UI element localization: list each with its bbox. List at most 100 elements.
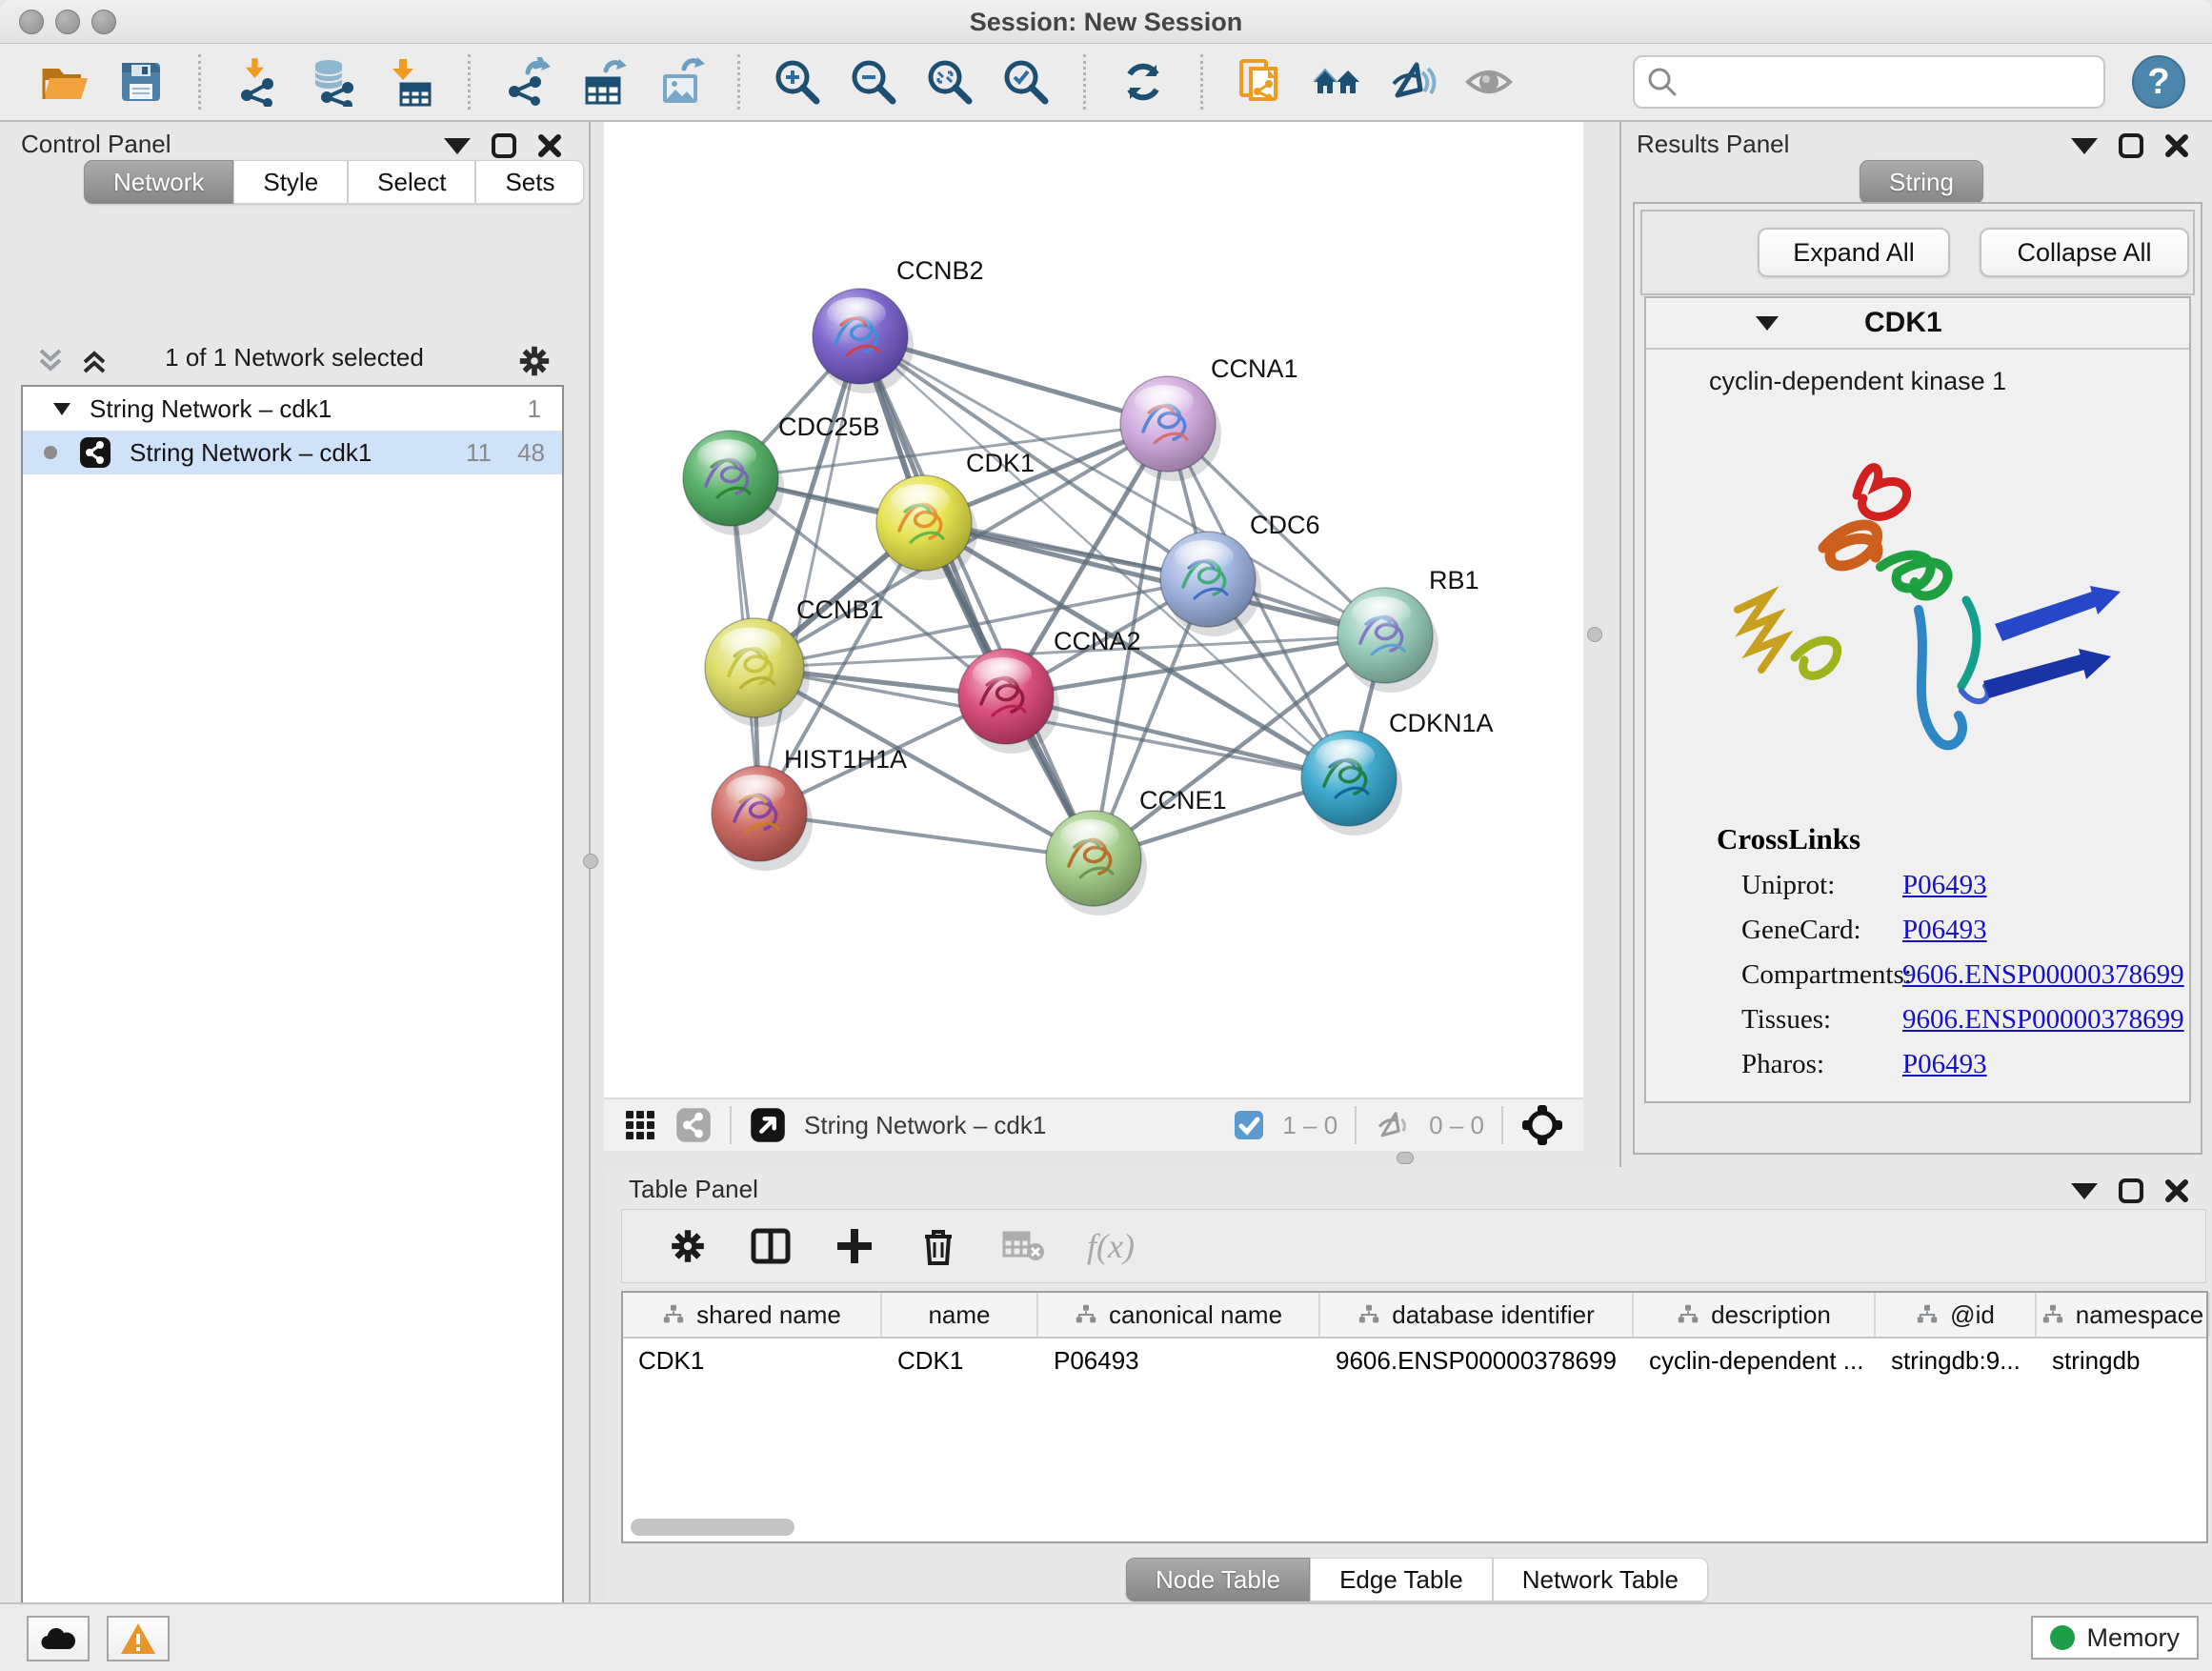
node-RB1[interactable] [1337,588,1438,693]
network-tree: String Network – cdk1 1 String Network –… [21,385,564,1671]
function-builder-icon[interactable]: f(x) [1087,1226,1135,1266]
crosslink-link[interactable]: P06493 [1902,870,1987,901]
column-header-shared-name[interactable]: shared name [623,1293,882,1337]
node-table: shared namenamecanonical namedatabase id… [621,1291,2208,1543]
tree-expander-icon[interactable] [51,398,72,419]
delete-table-icon[interactable] [1001,1227,1045,1265]
node-CCNA2[interactable] [958,649,1059,754]
toolbar-separator [737,54,740,110]
hide-selected-icon[interactable] [1388,57,1438,107]
tab-network-table[interactable]: Network Table [1493,1558,1708,1601]
memory-button[interactable]: Memory [2031,1616,2199,1660]
grid-view-icon[interactable] [623,1108,657,1142]
panel-menu-icon[interactable] [444,138,471,154]
right-splitter-handle[interactable] [1587,627,1602,642]
zoom-selected-icon[interactable] [1001,57,1051,107]
crosslink-link[interactable]: P06493 [1902,1049,1987,1080]
tab-network[interactable]: Network [84,160,233,204]
export-table-icon[interactable] [579,57,629,107]
table-hscrollbar[interactable] [629,1519,2201,1536]
column-header-name[interactable]: name [882,1293,1038,1337]
selected-checkbox-icon[interactable] [1233,1109,1265,1141]
bottom-splitter-handle[interactable] [1397,1152,1414,1164]
save-session-icon[interactable] [116,57,166,107]
node-CCNA1[interactable] [1120,376,1221,481]
import-network-from-database-icon[interactable] [310,57,359,107]
hidden-eye-icon[interactable] [1374,1106,1412,1144]
node-CDC25B[interactable] [683,431,784,535]
birds-eye-icon[interactable] [1520,1103,1564,1147]
panel-menu-icon[interactable] [2071,138,2098,154]
tab-string[interactable]: String [1860,160,1983,204]
options-gear-icon[interactable] [516,343,553,379]
node-CCNB2[interactable] [813,289,914,393]
show-all-icon[interactable] [1464,57,1514,107]
tab-node-table[interactable]: Node Table [1126,1558,1310,1601]
detach-view-icon[interactable] [749,1106,787,1144]
panel-menu-icon[interactable] [2071,1183,2098,1199]
edge-count: 48 [492,438,545,468]
node-CDK1[interactable] [876,475,977,580]
crosslink-link[interactable]: P06493 [1902,915,1987,946]
import-table-icon[interactable] [386,57,435,107]
crosslink-link[interactable]: 9606.ENSP00000378699 [1902,1004,2184,1036]
zoom-out-icon[interactable] [849,57,898,107]
collection-count: 1 [528,394,541,424]
zoom-in-icon[interactable] [773,57,822,107]
float-panel-icon[interactable] [2119,1178,2143,1203]
show-columns-icon[interactable] [750,1225,792,1267]
cell-description: cyclin-dependent ... [1634,1346,1876,1376]
warnings-button[interactable] [107,1616,170,1661]
node-CCNE1[interactable] [1046,811,1147,916]
search-input[interactable] [1633,55,2105,109]
close-panel-icon[interactable] [2164,1178,2189,1203]
apply-layout-icon[interactable] [1118,57,1168,107]
collection-label: String Network – cdk1 [90,394,332,424]
node-label-CDKN1A: CDKN1A [1389,709,1494,737]
crosslink-link[interactable]: 9606.ENSP00000378699 [1902,959,2184,991]
left-splitter-handle[interactable] [583,854,598,869]
column-header--id[interactable]: @id [1876,1293,2037,1337]
float-panel-icon[interactable] [2119,133,2143,158]
table-row[interactable]: CDK1CDK1P064939606.ENSP00000378699cyclin… [623,1339,2206,1382]
add-column-icon[interactable] [834,1225,875,1267]
close-panel-icon[interactable] [2164,133,2189,158]
node-CDKN1A[interactable] [1301,731,1402,836]
first-neighbors-icon[interactable] [1312,57,1361,107]
export-network-icon[interactable] [503,57,553,107]
float-panel-icon[interactable] [492,133,516,158]
column-header-description[interactable]: description [1634,1293,1876,1337]
column-header-canonical-name[interactable]: canonical name [1038,1293,1320,1337]
tab-sets[interactable]: Sets [475,160,584,204]
open-session-icon[interactable] [40,57,90,107]
help-button[interactable]: ? [2132,55,2185,109]
tab-edge-table[interactable]: Edge Table [1310,1558,1493,1601]
collapse-section-icon[interactable] [1756,316,1779,331]
network-graph[interactable]: CCNB2CCNA1CDC25BCDK1CDC6RB1CCNB1CCNA2CDK… [604,122,1583,1097]
protein-panel-header[interactable]: CDK1 [1646,298,2189,350]
close-panel-icon[interactable] [537,133,562,158]
column-header-database-identifier[interactable]: database identifier [1320,1293,1634,1337]
edge-CCNB2-CCNE1[interactable] [860,336,1094,858]
delete-column-icon[interactable] [917,1225,959,1267]
network-row[interactable]: String Network – cdk1 11 48 [23,431,562,474]
node-HIST1H1A[interactable] [712,766,813,871]
node-label-CCNB1: CCNB1 [796,595,884,624]
column-type-icon [1677,1303,1699,1326]
import-network-icon[interactable] [233,57,283,107]
table-options-gear-icon[interactable] [668,1226,708,1266]
edge-CCNB2-HIST1H1A[interactable] [759,336,860,814]
column-header-namespace[interactable]: namespace [2037,1293,2210,1337]
zoom-fit-icon[interactable] [925,57,975,107]
tab-select[interactable]: Select [348,160,475,204]
expand-all-button[interactable]: Expand All [1758,228,1950,277]
clone-network-icon[interactable] [1236,57,1285,107]
cloud-button[interactable] [27,1616,90,1661]
tab-style[interactable]: Style [233,160,348,204]
network-collection-row[interactable]: String Network – cdk1 1 [23,387,562,431]
network-canvas[interactable]: CCNB2CCNA1CDC25BCDK1CDC6RB1CCNB1CCNA2CDK… [604,122,1583,1097]
hscroll-thumb[interactable] [631,1519,794,1536]
network-view-icon[interactable] [674,1106,713,1144]
collapse-all-button[interactable]: Collapse All [1980,228,2189,277]
export-image-icon[interactable] [655,57,705,107]
